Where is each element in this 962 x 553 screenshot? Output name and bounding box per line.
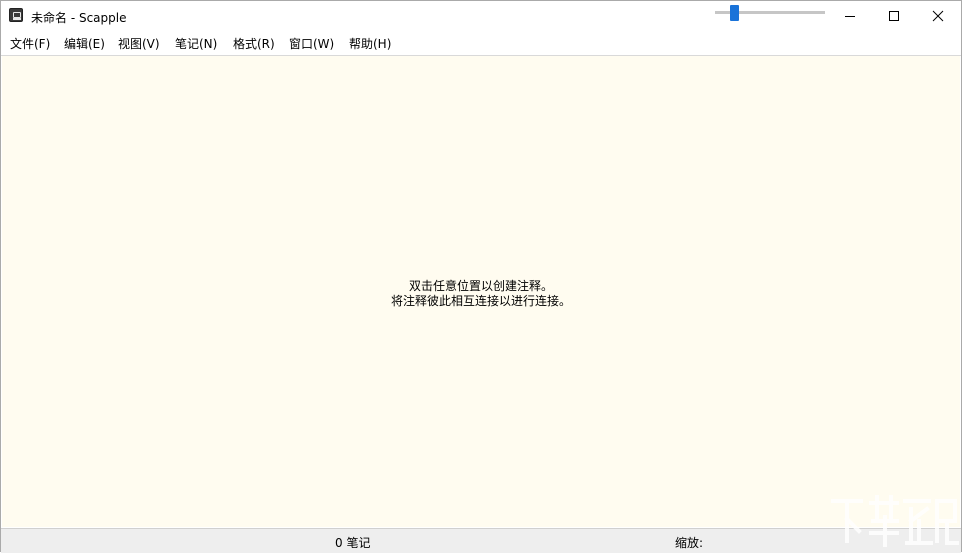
zoom-label: 缩放:	[675, 536, 704, 550]
menu-file[interactable]: 文件(F)	[10, 35, 50, 52]
menu-format[interactable]: 格式(R)	[233, 35, 275, 52]
menu-edit[interactable]: 编辑(E)	[64, 35, 105, 52]
window-title: 未命名 - Scapple	[31, 11, 127, 25]
menu-window[interactable]: 窗口(W)	[289, 35, 334, 52]
watermark-logo	[831, 495, 959, 547]
canvas-hint-connect: 将注释彼此相互连接以进行连接。	[390, 294, 571, 308]
menu-notes[interactable]: 笔记(N)	[175, 35, 217, 52]
app-icon[interactable]	[9, 8, 23, 22]
menu-bar: 文件(F) 编辑(E) 视图(V) 笔记(N) 格式(R) 窗口(W) 帮助(H…	[1, 31, 961, 55]
menu-help[interactable]: 帮助(H)	[349, 35, 391, 52]
menu-view[interactable]: 视图(V)	[118, 35, 160, 52]
close-button[interactable]	[915, 1, 961, 31]
maximize-button[interactable]	[871, 1, 917, 31]
maximize-icon	[889, 11, 899, 21]
minimize-icon	[845, 16, 855, 17]
zoom-slider-thumb[interactable]	[730, 5, 739, 21]
app-window: 未命名 - Scapple 文件(F) 编辑(E) 视图(V) 笔记(N) 格式…	[0, 0, 962, 553]
minimize-button[interactable]	[827, 1, 873, 31]
close-icon	[932, 10, 944, 22]
status-bar: 0 笔记 缩放:	[1, 528, 961, 553]
note-count: 0 笔记	[335, 536, 371, 550]
scapple-canvas[interactable]: 双击任意位置以创建注释。 将注释彼此相互连接以进行连接。	[2, 56, 960, 527]
title-bar[interactable]: 未命名 - Scapple	[1, 1, 961, 31]
